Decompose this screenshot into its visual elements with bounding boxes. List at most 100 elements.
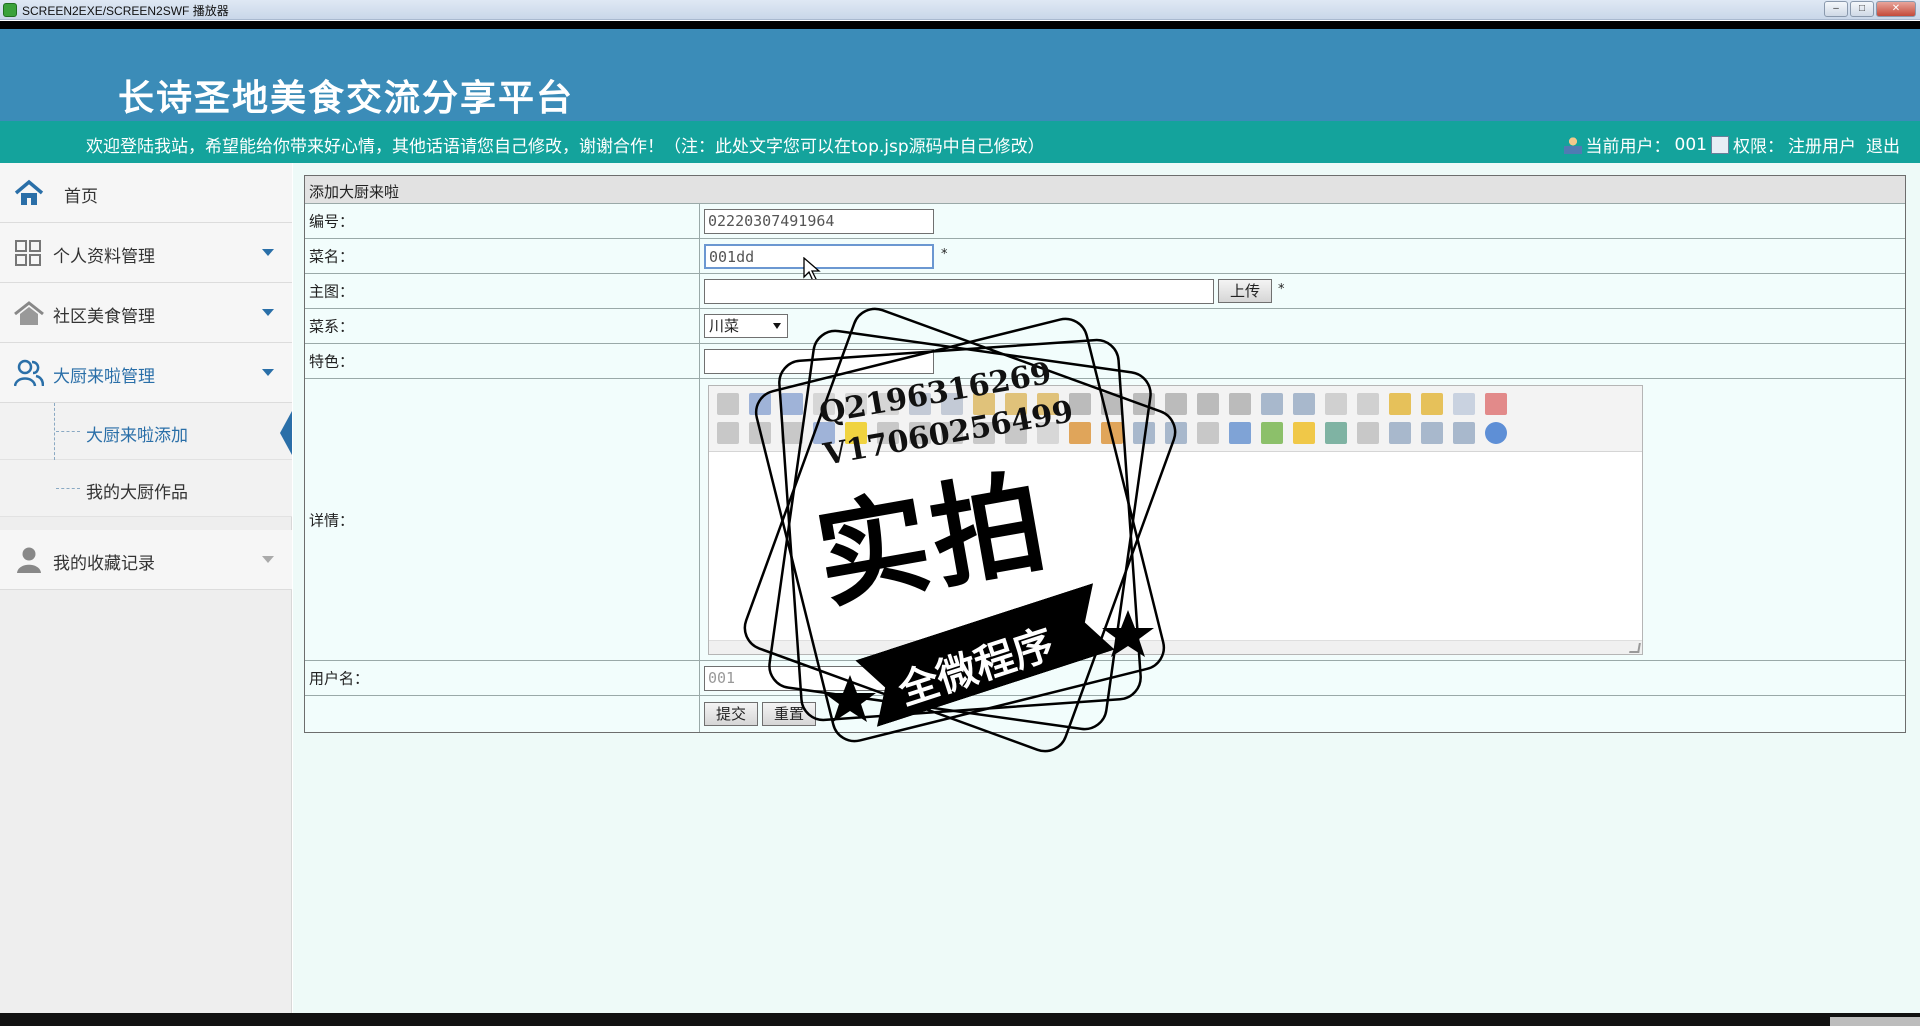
format-brush-icon[interactable]	[1421, 393, 1443, 415]
table-icon[interactable]	[1229, 422, 1251, 444]
select-all-icon[interactable]	[1453, 393, 1475, 415]
align-left-icon[interactable]	[1069, 393, 1091, 415]
username-input[interactable]: 001	[704, 666, 934, 691]
sidebar-item-favorites[interactable]: 我的收藏记录	[0, 530, 292, 590]
feature-input[interactable]	[704, 349, 934, 374]
chevron-down-icon	[262, 556, 274, 563]
flash-icon[interactable]	[1133, 422, 1155, 444]
dropdown-arrow-icon	[773, 323, 781, 329]
app-icon	[3, 3, 17, 17]
form-row-actions: 提交 重置	[305, 696, 1905, 732]
superscript-icon[interactable]	[1357, 393, 1379, 415]
heading-icon[interactable]	[717, 422, 739, 444]
logout-link[interactable]: 退出	[1866, 132, 1900, 157]
reset-button[interactable]: 重置	[762, 702, 816, 726]
redo-icon[interactable]	[781, 393, 803, 415]
line-height-icon[interactable]	[1005, 422, 1027, 444]
upload-button[interactable]: 上传	[1218, 279, 1272, 303]
align-right-icon[interactable]	[1133, 393, 1155, 415]
window-title: SCREEN2EXE/SCREEN2SWF 播放器	[22, 4, 229, 18]
unordered-list-icon[interactable]	[1229, 393, 1251, 415]
editor-toolbar-row	[717, 393, 1507, 415]
window-titlebar: SCREEN2EXE/SCREEN2SWF 播放器 – □ ✕	[0, 0, 1920, 20]
fullscreen-icon[interactable]	[1485, 393, 1507, 415]
attachment-icon[interactable]	[1197, 422, 1219, 444]
template-icon[interactable]	[877, 393, 899, 415]
site-header: 长诗圣地美食交流分享平台	[0, 29, 1920, 121]
grid-icon	[15, 240, 41, 266]
pagebreak-icon[interactable]	[1357, 422, 1379, 444]
sidebar-item-home[interactable]: 首页	[0, 163, 292, 223]
help-icon[interactable]	[1485, 422, 1507, 444]
chevron-down-icon	[262, 249, 274, 256]
column-divider	[699, 204, 700, 238]
undo-icon[interactable]	[749, 393, 771, 415]
cut-icon[interactable]	[909, 393, 931, 415]
unlink-icon[interactable]	[1453, 422, 1475, 444]
multi-image-icon[interactable]	[1101, 422, 1123, 444]
cuisine-selected: 川菜	[709, 317, 740, 335]
sidebar-subitem-chef-add[interactable]: 大厨来啦添加	[0, 403, 292, 460]
strikethrough-icon[interactable]	[973, 422, 995, 444]
hr-icon[interactable]	[1261, 422, 1283, 444]
font-color-icon[interactable]	[813, 422, 835, 444]
source-icon[interactable]	[717, 393, 739, 415]
eraser-icon[interactable]	[1037, 422, 1059, 444]
field-cell: 川菜	[704, 309, 1905, 343]
ordered-list-icon[interactable]	[1197, 393, 1219, 415]
align-center-icon[interactable]	[1101, 393, 1123, 415]
link-icon[interactable]	[1421, 422, 1443, 444]
image-icon[interactable]	[1069, 422, 1091, 444]
clear-format-icon[interactable]	[1389, 393, 1411, 415]
paste-word-icon[interactable]	[1037, 393, 1059, 415]
preview-icon[interactable]	[813, 393, 835, 415]
print-icon[interactable]	[845, 393, 867, 415]
sidebar-subitem-my-works[interactable]: 我的大厨作品	[0, 460, 292, 517]
italic-icon[interactable]	[909, 422, 931, 444]
editor-toolbar	[709, 386, 1642, 452]
minimize-button[interactable]: –	[1824, 1, 1848, 17]
emoticon-icon[interactable]	[1293, 422, 1315, 444]
field-cell: 提交 重置	[704, 696, 1905, 732]
field-cell: 上传 *	[704, 274, 1905, 308]
number-input[interactable]: 02220307491964	[704, 209, 934, 234]
maximize-button[interactable]: □	[1850, 1, 1874, 17]
form-row-number: 编号： 02220307491964	[305, 204, 1905, 239]
subscript-icon[interactable]	[1325, 393, 1347, 415]
underline-icon[interactable]	[941, 422, 963, 444]
image-path-input[interactable]	[704, 279, 1214, 304]
sidebar-item-label: 社区美食管理	[53, 307, 155, 327]
align-justify-icon[interactable]	[1165, 393, 1187, 415]
sidebar-subitem-label: 大厨来啦添加	[86, 426, 188, 446]
map-icon[interactable]	[1325, 422, 1347, 444]
user-icon	[1563, 135, 1582, 154]
highlight-icon[interactable]	[845, 422, 867, 444]
outdent-icon[interactable]	[1293, 393, 1315, 415]
media-icon[interactable]	[1165, 422, 1187, 444]
rich-text-editor[interactable]	[708, 385, 1643, 655]
field-label: 编号：	[309, 212, 355, 231]
sidebar: 首页 个人资料管理 社区美食管理 大厨来啦管理 大厨来啦添加 我的大厨作品 我的…	[0, 163, 292, 1013]
anchor-icon[interactable]	[1389, 422, 1411, 444]
font-family-icon[interactable]	[749, 422, 771, 444]
field-cell: 02220307491964	[704, 204, 1905, 238]
paste-icon[interactable]	[973, 393, 995, 415]
sidebar-item-community-food[interactable]: 社区美食管理	[0, 283, 292, 343]
tree-dash	[56, 431, 80, 432]
paste-text-icon[interactable]	[1005, 393, 1027, 415]
bold-icon[interactable]	[877, 422, 899, 444]
close-button[interactable]: ✕	[1876, 1, 1916, 17]
sidebar-subitem-label: 我的大厨作品	[86, 483, 188, 503]
form-header: 添加大厨来啦	[305, 176, 1905, 204]
sidebar-item-chef[interactable]: 大厨来啦管理	[0, 343, 292, 403]
field-label: 特色：	[309, 352, 355, 371]
sidebar-item-label: 大厨来啦管理	[53, 367, 155, 387]
indent-icon[interactable]	[1261, 393, 1283, 415]
copy-icon[interactable]	[941, 393, 963, 415]
resize-grip-icon[interactable]	[1629, 643, 1641, 653]
window-controls: – □ ✕	[1824, 1, 1916, 17]
cuisine-select[interactable]: 川菜	[704, 314, 788, 338]
font-size-icon[interactable]	[781, 422, 803, 444]
sidebar-item-profile[interactable]: 个人资料管理	[0, 223, 292, 283]
submit-button[interactable]: 提交	[704, 702, 758, 726]
